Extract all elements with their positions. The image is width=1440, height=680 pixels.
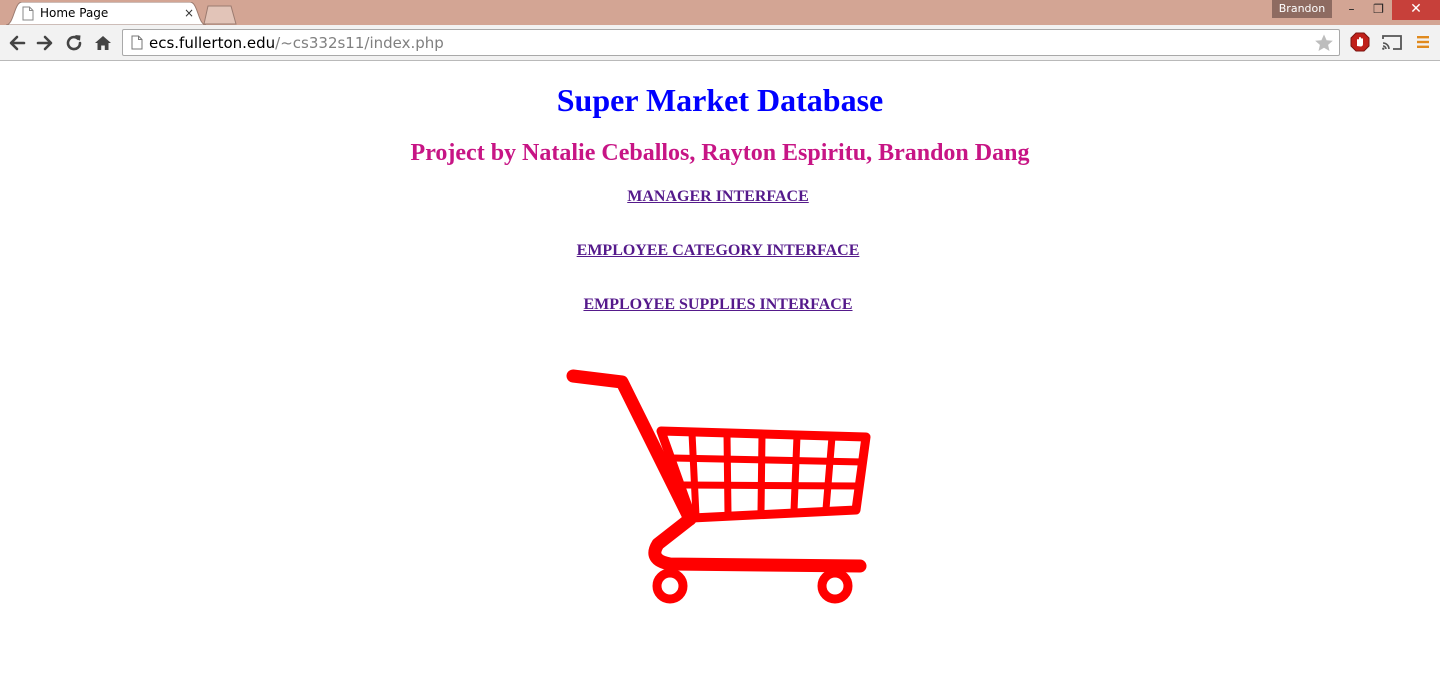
browser-toolbar: ecs.fullerton.edu/~cs332s11/index.php	[0, 25, 1440, 61]
url-path: /~cs332s11/index.php	[275, 34, 444, 52]
star-icon[interactable]	[1314, 33, 1334, 53]
minimize-button[interactable]: –	[1338, 0, 1365, 20]
page-icon	[22, 6, 34, 21]
employee-category-interface-link[interactable]: EMPLOYEE CATEGORY INTERFACE	[0, 242, 1436, 260]
page-subtitle: Project by Natalie Ceballos, Rayton Espi…	[410, 140, 1030, 166]
page-content: Super Market Database Project by Natalie…	[0, 62, 1440, 680]
address-bar[interactable]: ecs.fullerton.edu/~cs332s11/index.php	[122, 29, 1340, 56]
page-icon	[131, 35, 143, 50]
new-tab-button[interactable]	[203, 5, 237, 25]
tab-close-icon[interactable]: ×	[182, 4, 196, 22]
close-window-button[interactable]: ✕	[1392, 0, 1440, 20]
cast-icon[interactable]	[1381, 34, 1403, 51]
shopping-cart-image	[566, 369, 871, 604]
url-text[interactable]: ecs.fullerton.edu/~cs332s11/index.php	[149, 34, 444, 52]
adblock-icon[interactable]	[1350, 32, 1370, 52]
page-title: Super Market Database	[556, 82, 884, 118]
browser-titlebar: Home Page × Brandon – ❐ ✕	[0, 0, 1440, 25]
profile-badge[interactable]: Brandon	[1272, 0, 1332, 18]
tab-home-page[interactable]: Home Page ×	[6, 2, 206, 25]
cart-wheels	[652, 568, 853, 604]
tab-title: Home Page	[40, 6, 109, 20]
manager-interface-link[interactable]: MANAGER INTERFACE	[0, 188, 1436, 206]
menu-icon[interactable]	[1416, 35, 1430, 49]
home-icon[interactable]	[92, 32, 114, 54]
employee-supplies-interface-link[interactable]: EMPLOYEE SUPPLIES INTERFACE	[0, 296, 1436, 314]
reload-icon[interactable]	[63, 32, 85, 54]
url-host: ecs.fullerton.edu	[149, 34, 276, 52]
restore-button[interactable]: ❐	[1365, 0, 1392, 20]
back-icon[interactable]	[6, 32, 28, 54]
forward-icon[interactable]	[34, 32, 56, 54]
